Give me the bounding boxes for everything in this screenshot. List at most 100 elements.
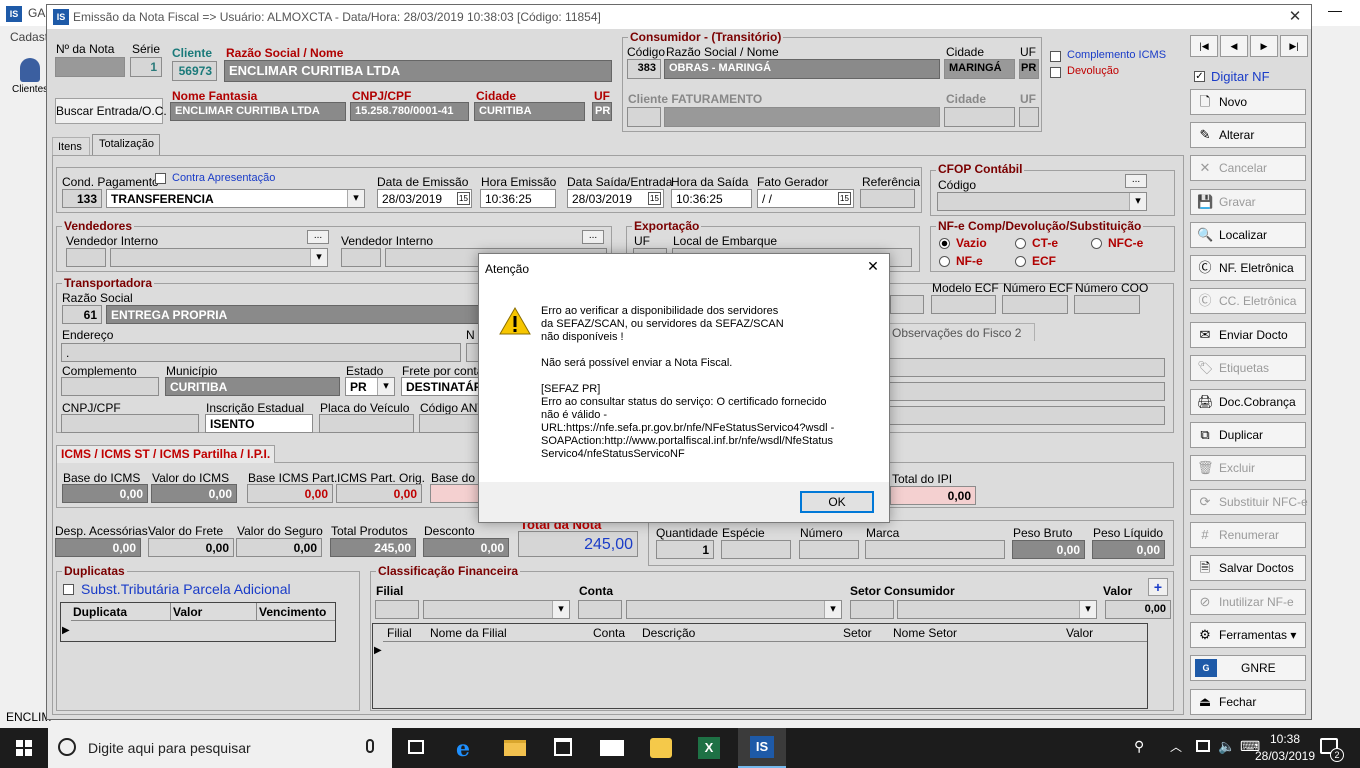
classif-col-valor[interactable]: Valor <box>1066 626 1093 640</box>
nfce-radio[interactable] <box>1091 238 1102 249</box>
nota-input[interactable] <box>55 57 125 77</box>
nfe-radio[interactable] <box>939 256 950 267</box>
classif-valor-input[interactable]: 0,00 <box>1105 600 1171 619</box>
ecf-left-input[interactable] <box>890 295 924 314</box>
classif-conta-select[interactable] <box>626 600 842 619</box>
transp-razao-input[interactable]: ENTREGA PROPRIA <box>106 305 486 324</box>
consumidor-razao-input[interactable]: OBRAS - MARINGÁ <box>664 59 940 79</box>
network-icon[interactable] <box>1196 740 1210 752</box>
consumidor-codigo-input[interactable]: 383 <box>627 59 661 79</box>
tab-itens[interactable]: Itens <box>52 137 90 155</box>
nav-last-button[interactable]: ▶| <box>1280 35 1308 57</box>
cfop-select[interactable] <box>937 192 1147 211</box>
total-produtos-input[interactable]: 245,00 <box>330 538 416 557</box>
duplicatas-col-vencimento[interactable]: Vencimento <box>257 603 335 621</box>
faturamento-cidade-input[interactable] <box>944 107 1015 127</box>
clock-time[interactable]: 10:38 <box>1260 732 1310 746</box>
add-classif-button[interactable]: + <box>1148 578 1168 596</box>
faturamento-uf-input[interactable] <box>1019 107 1039 127</box>
subst-tributaria-checkbox[interactable] <box>63 584 74 595</box>
base-ipi-input[interactable] <box>430 484 480 503</box>
sidebar-button-fechar[interactable]: ⏏ Fechar <box>1190 689 1306 715</box>
municipio-input[interactable]: CURITIBA <box>165 377 340 396</box>
window-close-button[interactable]: ✕ <box>1281 7 1309 27</box>
sidebar-button-cc-eletr-nica[interactable]: Ⓒ CC. Eletrônica <box>1190 288 1306 314</box>
cfop-ellipsis-button[interactable]: ... <box>1125 174 1147 188</box>
classif-setor-code[interactable] <box>850 600 894 619</box>
mail-icon[interactable] <box>600 740 624 756</box>
nfe-label[interactable]: NF-e <box>956 254 983 268</box>
sidebar-button-novo[interactable]: 🗋 Novo <box>1190 89 1306 115</box>
windows-start-icon[interactable] <box>16 740 32 756</box>
classif-conta-code[interactable] <box>578 600 622 619</box>
nav-prev-button[interactable]: ◀ <box>1220 35 1248 57</box>
sidebar-button-cancelar[interactable]: ✕ Cancelar <box>1190 155 1306 181</box>
sidebar-button-nf-eletr-nica[interactable]: Ⓒ NF. Eletrônica <box>1190 255 1306 281</box>
classif-col-filial[interactable]: Filial <box>387 626 412 640</box>
numero-vol-input[interactable] <box>799 540 859 559</box>
bg-clientes-icon[interactable] <box>20 58 40 82</box>
consumidor-uf-input[interactable]: PR <box>1019 59 1039 79</box>
subst-tributaria-label[interactable]: Subst.Tributária Parcela Adicional <box>81 581 291 597</box>
obs-line-2[interactable] <box>888 382 1165 401</box>
sidebar-button-enviar-docto[interactable]: ✉ Enviar Docto <box>1190 322 1306 348</box>
vendedor-1-ellipsis-button[interactable]: ... <box>307 230 329 244</box>
sidebar-button-renumerar[interactable]: # Renumerar <box>1190 522 1306 548</box>
digitar-nf-label[interactable]: Digitar NF <box>1211 69 1270 84</box>
consumidor-cidade-input[interactable]: MARINGÁ <box>944 59 1015 79</box>
calendar-icon[interactable]: 15 <box>457 192 470 205</box>
classif-setor-select[interactable] <box>897 600 1097 619</box>
classif-col-nome-filial[interactable]: Nome da Filial <box>430 626 507 640</box>
file-explorer-icon[interactable] <box>504 740 526 756</box>
vendedor-1-select[interactable] <box>110 248 328 267</box>
calendar-icon[interactable]: 15 <box>648 192 661 205</box>
cidade-input[interactable]: CURITIBA <box>474 102 585 121</box>
obs-line-1[interactable] <box>888 358 1165 377</box>
sidebar-button-salvar-doctos[interactable]: 🗎 Salvar Doctos <box>1190 555 1306 581</box>
devolucao-label[interactable]: Devolução <box>1067 65 1119 77</box>
endereco-input[interactable]: . <box>61 343 461 362</box>
numero-ecf-input[interactable] <box>1002 295 1068 314</box>
cte-label[interactable]: CT-e <box>1032 236 1058 250</box>
sidebar-button-alterar[interactable]: ✎ Alterar <box>1190 122 1306 148</box>
complemento-icms-checkbox[interactable] <box>1050 51 1061 62</box>
complemento-icms-label[interactable]: Complemento ICMS <box>1067 49 1166 61</box>
sidebar-button-localizar[interactable]: 🔍 Localizar <box>1190 222 1306 248</box>
tray-chevron-icon[interactable]: ︿ <box>1170 738 1182 755</box>
classif-col-descricao[interactable]: Descrição <box>642 626 695 640</box>
excel-icon[interactable]: X <box>698 737 720 759</box>
total-ipi-input[interactable]: 0,00 <box>890 486 976 505</box>
sidebar-button-ferramentas[interactable]: ⚙ Ferramentas ▾ <box>1190 622 1306 648</box>
store-icon[interactable] <box>554 738 572 756</box>
vazio-label[interactable]: Vazio <box>956 236 987 250</box>
contra-apresentacao-checkbox[interactable] <box>155 173 166 184</box>
edge-icon[interactable]: e <box>456 736 470 762</box>
ok-button[interactable]: OK <box>800 491 874 513</box>
complemento-input[interactable] <box>61 377 159 396</box>
codigo-ant-input[interactable] <box>419 414 481 433</box>
duplicatas-col-duplicata[interactable]: Duplicata <box>71 603 171 621</box>
base-icms-input[interactable]: 0,00 <box>62 484 148 503</box>
calendar-icon[interactable]: 15 <box>838 192 851 205</box>
active-app-highlight[interactable]: IS <box>738 728 786 768</box>
sidebar-button-gnre[interactable]: G GNRE <box>1190 655 1306 681</box>
volume-icon[interactable]: 🔈 <box>1218 738 1235 755</box>
sidebar-button-doc-cobran-a[interactable]: 🖨 Doc.Cobrança <box>1190 389 1306 415</box>
base-icms-part-input[interactable]: 0,00 <box>247 484 333 503</box>
ecf-label[interactable]: ECF <box>1032 254 1056 268</box>
uf-input[interactable]: PR <box>592 102 612 121</box>
nav-next-button[interactable]: ▶ <box>1250 35 1278 57</box>
valor-icms-input[interactable]: 0,00 <box>151 484 237 503</box>
classif-col-conta[interactable]: Conta <box>593 626 625 640</box>
classif-filial-select[interactable] <box>423 600 570 619</box>
numero-coo-input[interactable] <box>1074 295 1140 314</box>
especie-input[interactable] <box>721 540 791 559</box>
valor-frete-input[interactable]: 0,00 <box>148 538 234 557</box>
hora-saida-input[interactable]: 10:36:25 <box>671 189 752 208</box>
sidebar-button-substituir-nfc-e[interactable]: ⟳ Substituir NFC-e <box>1190 489 1308 515</box>
clock-date[interactable]: 28/03/2019 <box>1252 749 1318 763</box>
vazio-radio[interactable] <box>939 238 950 249</box>
tab-observacoes-fisco-2[interactable]: Observações do Fisco 2 <box>885 323 1035 341</box>
vendedor-2-code-input[interactable] <box>341 248 381 267</box>
quantidade-input[interactable]: 1 <box>656 540 714 559</box>
